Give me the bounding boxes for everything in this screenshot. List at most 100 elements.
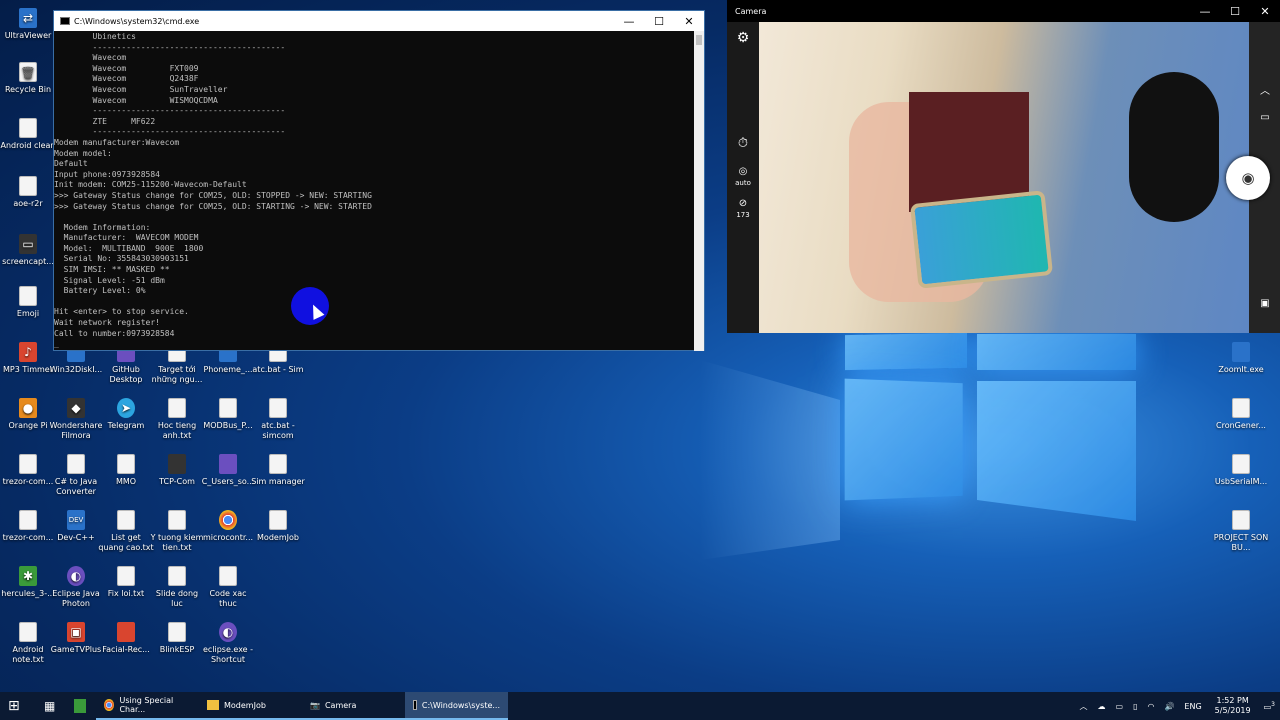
volume-icon[interactable]: 🔊 [1164, 702, 1174, 711]
desktop-icon[interactable]: ◐ Eclipse Java Photon [48, 566, 104, 609]
desktop-icon[interactable]: MMO [98, 454, 154, 487]
desktop-icon[interactable]: Hoc tieng anh.txt [149, 398, 205, 441]
folder-icon [207, 700, 219, 710]
icon-label: ModemJob [257, 533, 299, 542]
taskbar-app-chrome[interactable]: Using Special Char... [96, 692, 199, 720]
chevron-up-icon[interactable]: ︿ [1249, 82, 1280, 97]
settings-gear-icon[interactable]: ⚙ [727, 30, 759, 46]
desktop-icon[interactable]: C_Users_so... [200, 454, 256, 487]
cmd-window[interactable]: C:\Windows\system32\cmd.exe — ☐ ✕ Ubinet… [53, 10, 705, 351]
clock[interactable]: 1:52 PM 5/5/2019 [1215, 696, 1251, 716]
wifi-icon[interactable]: ◠ [1147, 702, 1154, 711]
desktop-icon[interactable]: ➤ Telegram [98, 398, 154, 431]
icon-label: Hoc tieng anh.txt [157, 421, 197, 440]
icon-label: aoe-r2r [13, 199, 43, 208]
camera-shutter-button[interactable]: ◉ [1226, 156, 1270, 200]
desktop-icon-emoji[interactable]: Emoji [0, 286, 56, 319]
desktop-icon[interactable]: Code xac thuc [200, 566, 256, 609]
icon-label: Android note.txt [12, 645, 44, 664]
desktop-icon-usbserial[interactable]: UsbSerialM... [1213, 454, 1269, 487]
file-icon [168, 566, 186, 586]
scrollbar-thumb[interactable] [696, 35, 702, 45]
desktop-icon[interactable]: BlinkESP [149, 622, 205, 655]
desktop-icon[interactable]: MODBus_P... [200, 398, 256, 431]
icon-label: C_Users_so... [201, 477, 255, 486]
icon-label: MP3 Timmer [2, 365, 54, 374]
clock-date: 5/5/2019 [1214, 706, 1251, 715]
desktop-icon[interactable]: ModemJob [250, 510, 306, 543]
desktop-icon[interactable]: Sim manager [250, 454, 306, 487]
taskbar-app-modemjob[interactable]: ModemJob [199, 692, 302, 720]
battery-icon[interactable]: ▯ [1133, 702, 1137, 711]
cmd-scrollbar[interactable] [694, 31, 704, 351]
desktop-icon[interactable]: List get quang cao.txt [98, 510, 154, 553]
wallpaper-logo-pane [977, 381, 1136, 521]
file-icon [269, 510, 287, 530]
icon-label: Eclipse Java Photon [52, 589, 100, 608]
network-icon[interactable]: ▭ [1116, 702, 1124, 711]
icon-label: Y tuong kiem tien.txt [150, 533, 204, 552]
maximize-button[interactable]: ☐ [644, 15, 674, 28]
desktop-icon[interactable]: atc.bat - simcom [250, 398, 306, 441]
file-icon [67, 454, 85, 474]
minimize-button[interactable]: — [1190, 5, 1220, 18]
desktop-icon-aoe[interactable]: aoe-r2r [0, 176, 56, 209]
maximize-button[interactable]: ☐ [1220, 5, 1250, 18]
camera-titlebar[interactable]: Camera — ☐ ✕ [727, 0, 1280, 22]
icon-label: Win32DiskI... [49, 365, 103, 374]
file-icon [19, 454, 37, 474]
desktop-icon-recycle-bin[interactable]: 🗑 Recycle Bin [0, 62, 56, 95]
file-icon [1232, 510, 1250, 530]
desktop-icon[interactable]: Slide dong luc [149, 566, 205, 609]
file-icon [117, 566, 135, 586]
chevron-up-icon[interactable]: ︿ [1080, 701, 1088, 712]
chrome-icon [219, 510, 237, 530]
desktop-icon-project[interactable]: PROJECT SON BU... [1213, 510, 1269, 553]
language-indicator[interactable]: ENG [1184, 702, 1201, 711]
minimize-button[interactable]: — [614, 15, 644, 28]
desktop-icon[interactable]: TCP-Com [149, 454, 205, 487]
desktop-icon[interactable]: ◆ Wondershare Filmora [48, 398, 104, 441]
desktop-icon-ultraviewer[interactable]: ⇄ UltraViewer [0, 8, 56, 41]
cmd-titlebar[interactable]: C:\Windows\system32\cmd.exe — ☐ ✕ [54, 11, 704, 31]
video-mode-icon[interactable]: ▭ [1249, 112, 1280, 123]
wallpaper-logo-pane [845, 332, 967, 371]
desktop-icon[interactable]: Facial-Rec... [98, 622, 154, 655]
cloud-icon[interactable]: ☁ [1098, 702, 1106, 711]
icon-label: Sim manager [251, 477, 305, 486]
cmd-output[interactable]: Ubinetics ------------------------------… [54, 31, 704, 351]
app-icon: ✱ [19, 566, 37, 586]
ultraviewer-icon: ⇄ [19, 8, 37, 28]
icon-label: hercules_3-... [1, 589, 55, 598]
desktop-icon[interactable]: C# to Java Converter [48, 454, 104, 497]
close-button[interactable]: ✕ [674, 15, 704, 28]
timer-icon[interactable]: ⏱ [727, 136, 759, 151]
taskbar-app-cmd[interactable]: C:\Windows\syste... [405, 692, 508, 720]
camera-window[interactable]: Camera — ☐ ✕ ⚙ ⏱ ◎ auto ⊘ 173 ︿ ▭ ▣ ◉ [727, 0, 1280, 333]
file-icon [219, 398, 237, 418]
desktop-icon-zoomit[interactable]: ZoomIt.exe [1213, 342, 1269, 375]
auto-exposure-button[interactable]: ◎ auto [727, 166, 759, 188]
task-view-button[interactable]: ▦ [36, 692, 66, 720]
desktop-icon[interactable]: Fix loi.txt [98, 566, 154, 599]
notepad-pinned-button[interactable] [66, 692, 96, 720]
screen-icon: ▭ [19, 234, 37, 254]
desktop-icon[interactable]: ◐ eclipse.exe - Shortcut [200, 622, 256, 665]
icon-label: PROJECT SON BU... [1213, 533, 1269, 552]
desktop-icon[interactable]: Y tuong kiem tien.txt [149, 510, 205, 553]
desktop-icon[interactable]: ▣ GameTVPlus [48, 622, 104, 655]
desktop-icon-crongen[interactable]: CronGener... [1213, 398, 1269, 431]
icon-label: Phoneme_... [203, 365, 253, 374]
desktop-icon-android-clean[interactable]: Android clean [0, 118, 56, 151]
notification-icon[interactable]: ▭3 [1264, 701, 1275, 712]
desktop-icon[interactable]: microcontr... [200, 510, 256, 543]
close-button[interactable]: ✕ [1250, 5, 1280, 18]
taskbar-app-label: Using Special Char... [119, 696, 174, 714]
taskbar-app-label: ModemJob [224, 700, 266, 710]
taskbar-app-camera[interactable]: 📷 Camera [302, 692, 405, 720]
desktop-icon[interactable]: DEV Dev-C++ [48, 510, 104, 543]
desktop-icon-screencapture[interactable]: ▭ screencapt... [0, 234, 56, 267]
counter-button[interactable]: ⊘ 173 [727, 198, 759, 220]
gallery-icon[interactable]: ▣ [1249, 298, 1280, 309]
start-button[interactable]: ⊞ [0, 692, 36, 720]
